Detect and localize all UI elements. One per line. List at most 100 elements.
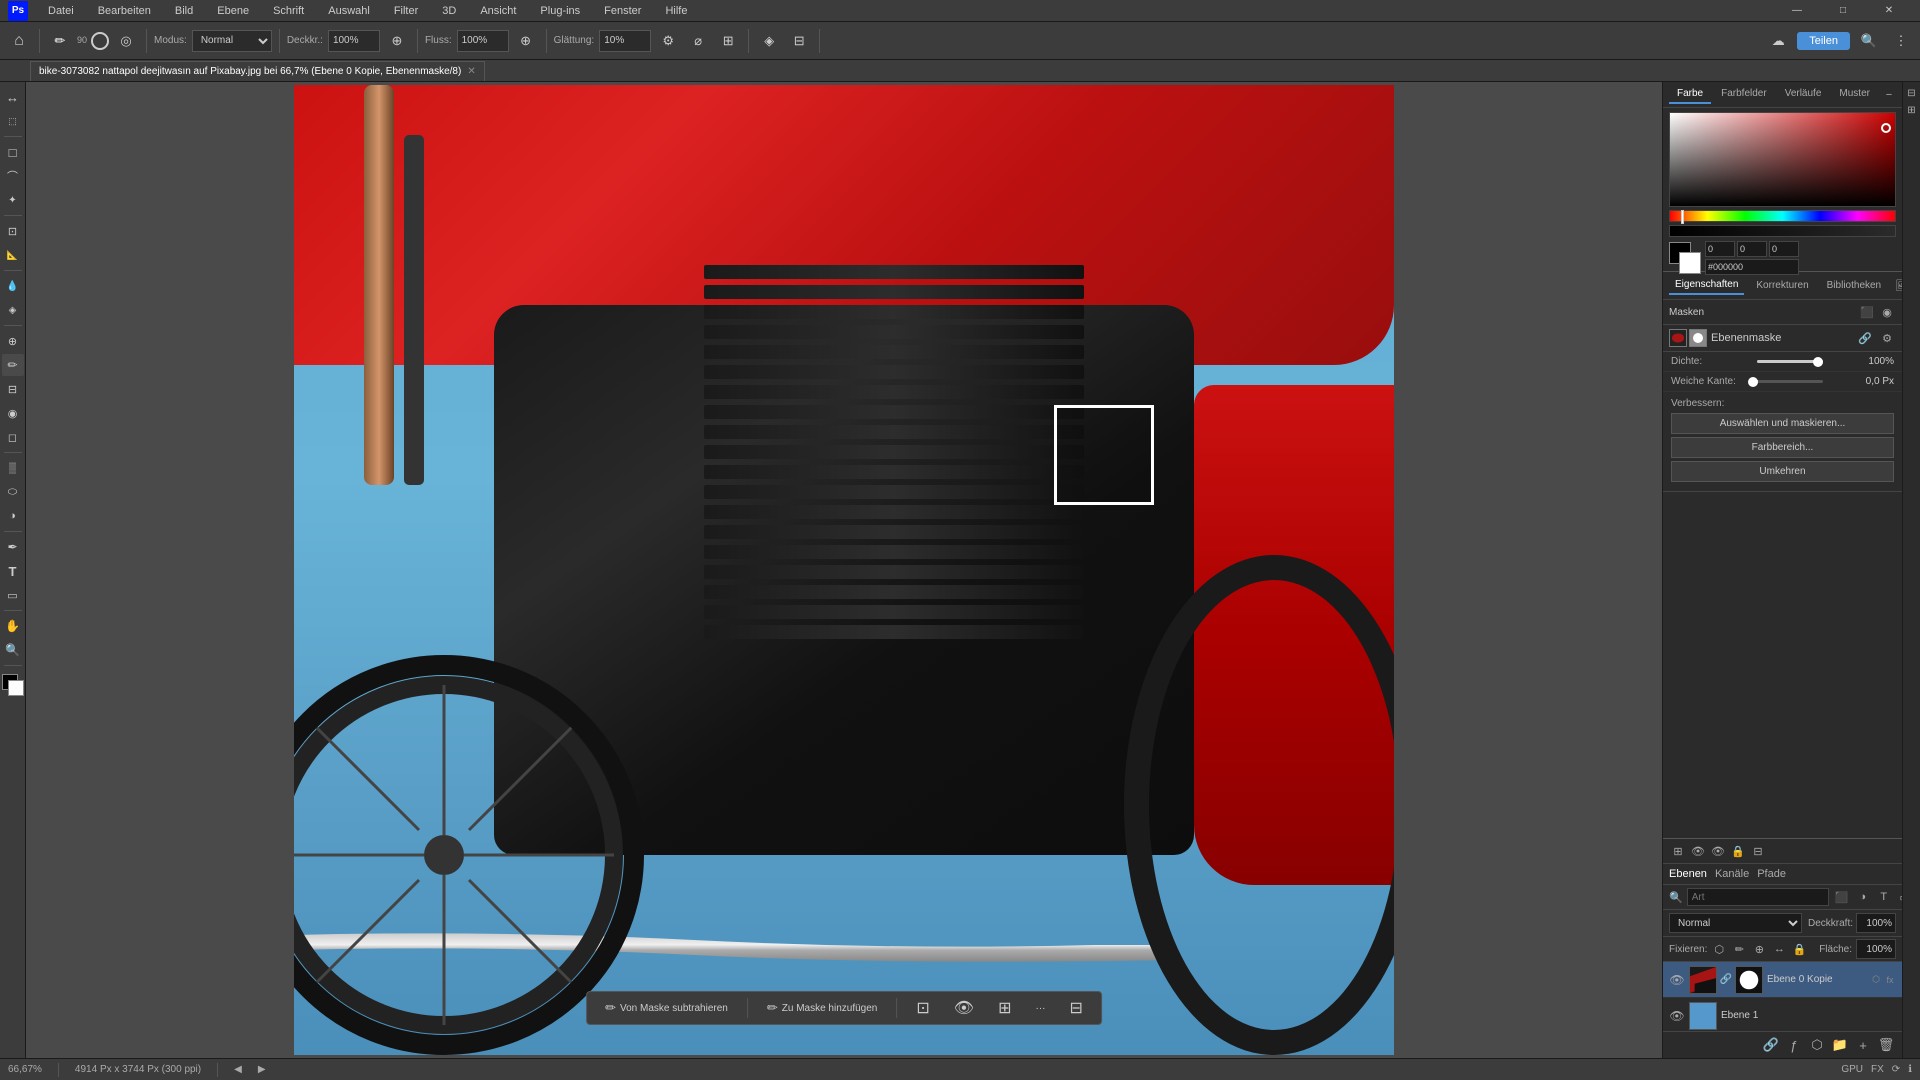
green-input[interactable]	[1737, 241, 1767, 257]
pressure-opacity-btn[interactable]: ⊕	[384, 28, 410, 54]
dodge-tool-btn[interactable]: ◑	[2, 505, 24, 527]
mask-options-settings[interactable]: ⊟	[1062, 995, 1091, 1021]
fill-value-input[interactable]	[1856, 939, 1896, 959]
weiche-kante-slider[interactable]	[1757, 380, 1823, 383]
menu-ansicht[interactable]: Ansicht	[476, 3, 520, 19]
link-layers-btn[interactable]: 🔗	[1761, 1035, 1781, 1055]
info-btn[interactable]: ℹ	[1908, 1064, 1912, 1075]
props-panel-icon-img[interactable]: 🖼	[1893, 277, 1902, 295]
heal-tool-btn[interactable]: ⊕	[2, 330, 24, 352]
angle-btn[interactable]: ⌀	[685, 28, 711, 54]
background-color[interactable]	[8, 680, 24, 696]
thin-panel-btn-2[interactable]: ⊞	[1905, 103, 1919, 117]
menu-3d[interactable]: 3D	[438, 3, 460, 19]
subtract-mask-btn[interactable]: ✏ Von Maske subtrahieren	[597, 997, 736, 1019]
red-input[interactable]	[1705, 241, 1735, 257]
text-tool-btn[interactable]: T	[2, 560, 24, 582]
crop-tool-btn[interactable]: ⊡	[2, 220, 24, 242]
menu-plugins[interactable]: Plug-ins	[536, 3, 584, 19]
gradient-tool-btn[interactable]: ▒	[2, 457, 24, 479]
menu-filter[interactable]: Filter	[390, 3, 422, 19]
lasso-tool-btn[interactable]: ⌒	[2, 165, 24, 187]
korrekturen-tab[interactable]: Korrekturen	[1750, 277, 1814, 294]
lock-move-icon[interactable]: ↔	[1771, 941, 1787, 957]
home-tool-btn[interactable]: ⌂	[6, 28, 32, 54]
pfade-tab[interactable]: Pfade	[1757, 868, 1786, 880]
mask-options-3[interactable]: ⊞	[990, 995, 1019, 1021]
share-button[interactable]: Teilen	[1797, 32, 1850, 50]
brush-tool-left-btn[interactable]: ✏	[2, 354, 24, 376]
hand-tool-btn[interactable]: ✋	[2, 615, 24, 637]
select-mask-btn[interactable]: Auswählen und maskieren...	[1671, 413, 1894, 434]
maximize-button[interactable]: □	[1820, 0, 1866, 22]
dichte-slider[interactable]	[1757, 360, 1823, 363]
lock-transparent-icon[interactable]: ⬡	[1711, 941, 1727, 957]
menu-hilfe[interactable]: Hilfe	[661, 3, 691, 19]
layer-grid-icon[interactable]: ⊞	[1669, 842, 1687, 860]
bg-color-box[interactable]	[1679, 252, 1701, 274]
mask-options-2[interactable]: 👁	[946, 995, 982, 1021]
brush-tool-btn[interactable]: ✏	[47, 28, 73, 54]
farbbereich-btn[interactable]: Farbbereich...	[1671, 437, 1894, 458]
lock-all-icon[interactable]: 🔒	[1791, 941, 1807, 957]
pen-tool-btn[interactable]: ✒	[2, 536, 24, 558]
ebenen-tab[interactable]: Ebenen	[1669, 868, 1707, 880]
share-cloud-btn[interactable]: ☁	[1765, 28, 1791, 54]
color-tab[interactable]: Farbe	[1669, 85, 1711, 104]
marquee-tool-btn[interactable]: □	[2, 141, 24, 163]
canvas-area[interactable]: ✏ Von Maske subtrahieren ✏ Zu Maske hinz…	[26, 82, 1662, 1058]
status-nav-right[interactable]: ▶	[258, 1064, 266, 1075]
kanale-tab[interactable]: Kanäle	[1715, 868, 1749, 880]
add-mask-btn[interactable]: ✏ Zu Maske hinzufügen	[759, 997, 886, 1019]
quick-select-tool-btn[interactable]: ✦	[2, 189, 24, 211]
muster-tab[interactable]: Muster	[1831, 85, 1878, 104]
filter-adj-icon[interactable]: ◑	[1854, 888, 1872, 906]
colorrange-tool-btn[interactable]: ◈	[2, 299, 24, 321]
document-tab[interactable]: bike-3073082 nattapol deejitwasın auf Pi…	[30, 61, 485, 81]
lock-paint-icon[interactable]: ✏	[1731, 941, 1747, 957]
lock-art-icon[interactable]: ⊕	[1751, 941, 1767, 957]
layer-vis-1[interactable]: 👁	[1669, 1008, 1685, 1024]
extra-btn-2[interactable]: ⊟	[786, 28, 812, 54]
mask-link-btn[interactable]: 🔗	[1856, 329, 1874, 347]
move-tool-btn[interactable]: ↔	[2, 86, 24, 108]
mask-options-1[interactable]: ⊡	[908, 995, 937, 1021]
layer-lock-icon[interactable]: 🔒	[1729, 842, 1747, 860]
alpha-bar[interactable]	[1669, 225, 1896, 237]
mode-dropdown[interactable]: Normal	[192, 30, 272, 52]
layer-more-icon[interactable]: ⊟	[1749, 842, 1767, 860]
search-btn[interactable]: 🔍	[1856, 28, 1882, 54]
filter-pixel-icon[interactable]: ⬛	[1833, 888, 1851, 906]
flow-input[interactable]	[457, 30, 509, 52]
color-gradient-picker[interactable]	[1669, 112, 1896, 207]
verlaufe-tab[interactable]: Verläufe	[1777, 85, 1830, 104]
add-mask-action-btn[interactable]: ⬡	[1807, 1035, 1827, 1055]
add-style-btn[interactable]: ƒ	[1784, 1035, 1804, 1055]
corrections-btn[interactable]: FX	[1871, 1064, 1884, 1075]
arrange-btn[interactable]: ⋮	[1888, 28, 1914, 54]
layer-eye2-icon[interactable]: 👁	[1709, 842, 1727, 860]
menu-bild[interactable]: Bild	[171, 3, 197, 19]
opacity-input[interactable]	[328, 30, 380, 52]
layer-vis-0[interactable]: 👁	[1669, 972, 1685, 988]
smooth-input[interactable]	[599, 30, 651, 52]
brush-options-btn[interactable]	[91, 32, 109, 50]
shape-tool-btn[interactable]: ▭	[2, 584, 24, 606]
minimize-button[interactable]: —	[1774, 0, 1820, 22]
filter-text-icon[interactable]: T	[1875, 888, 1893, 906]
layer-item-0[interactable]: 👁 🔗 Ebe	[1663, 962, 1902, 998]
umkehren-btn[interactable]: Umkehren	[1671, 461, 1894, 482]
symmetry-btn[interactable]: ⊞	[715, 28, 741, 54]
opacity-value-input[interactable]	[1856, 913, 1896, 933]
thin-panel-btn-1[interactable]: ⊟	[1905, 86, 1919, 100]
menu-schrift[interactable]: Schrift	[269, 3, 308, 19]
history-tool-btn[interactable]: ◉	[2, 402, 24, 424]
layer-eye-icon[interactable]: 👁	[1689, 842, 1707, 860]
delete-layer-btn[interactable]: 🗑	[1876, 1035, 1896, 1055]
blend-mode-select[interactable]: Normal	[1669, 913, 1802, 933]
blue-input[interactable]	[1769, 241, 1799, 257]
panel-collapse-btn[interactable]: −	[1880, 86, 1898, 104]
mask-options-more[interactable]: ···	[1028, 1000, 1054, 1017]
brush-hardness-btn[interactable]: ◎	[113, 28, 139, 54]
zoom-tool-btn[interactable]: 🔍	[2, 639, 24, 661]
